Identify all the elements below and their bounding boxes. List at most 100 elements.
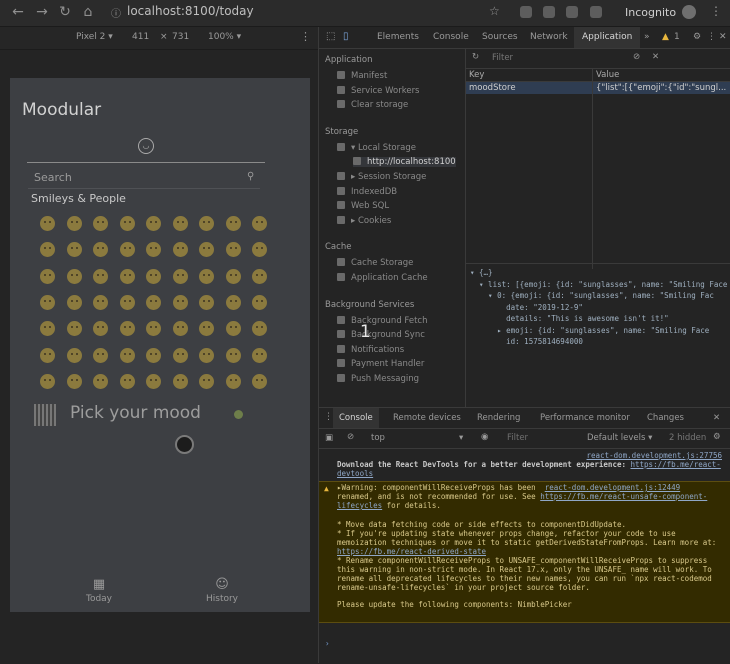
emoji-button[interactable] bbox=[225, 294, 241, 310]
chevron-down-icon[interactable]: ▾ bbox=[459, 433, 463, 443]
source-link[interactable]: react-dom.development.js:27756 bbox=[587, 451, 722, 460]
sidebar-item[interactable]: Manifest bbox=[337, 71, 387, 81]
emoji-button[interactable] bbox=[252, 294, 267, 310]
back-icon[interactable]: ← bbox=[10, 4, 26, 20]
tab-elements[interactable]: Elements bbox=[377, 32, 419, 42]
emoji-button[interactable] bbox=[225, 347, 241, 363]
refresh-icon[interactable]: ↻ bbox=[472, 52, 479, 62]
clear-all-icon[interactable]: ⊘ bbox=[633, 52, 640, 62]
emoji-button[interactable] bbox=[225, 216, 241, 231]
key-column-header[interactable]: Key bbox=[469, 70, 484, 80]
clear-console-icon[interactable]: ⊘ bbox=[347, 432, 354, 442]
preview-line[interactable]: ▾ {…} bbox=[470, 268, 493, 277]
emoji-button[interactable] bbox=[172, 347, 188, 363]
forward-icon[interactable]: → bbox=[34, 4, 50, 20]
sidebar-item[interactable]: http://localhost:8100 bbox=[353, 157, 456, 168]
emoji-button[interactable] bbox=[146, 216, 161, 231]
sidebar-item[interactable]: Service Workers bbox=[337, 85, 420, 96]
emoji-button[interactable] bbox=[252, 268, 267, 284]
emoji-button[interactable] bbox=[252, 347, 267, 363]
sidebar-item[interactable]: Background Fetch bbox=[337, 315, 427, 326]
emoji-button[interactable] bbox=[66, 216, 82, 231]
emoji-button[interactable] bbox=[93, 373, 108, 389]
emoji-button[interactable] bbox=[146, 242, 161, 258]
tab-sources[interactable]: Sources bbox=[482, 32, 518, 42]
emoji-button[interactable] bbox=[40, 347, 55, 363]
home-icon[interactable]: ⌂ bbox=[80, 4, 96, 20]
log-levels-select[interactable]: Default levels ▾ bbox=[587, 433, 652, 443]
mood-picker-toggle-icon[interactable]: ◡ bbox=[138, 138, 154, 154]
emoji-button[interactable] bbox=[146, 294, 161, 310]
extension-icon[interactable] bbox=[543, 6, 555, 18]
tab-network[interactable]: Network bbox=[530, 32, 568, 42]
more-tabs-icon[interactable]: » bbox=[644, 32, 650, 42]
emoji-button[interactable] bbox=[225, 268, 241, 284]
emoji-button[interactable] bbox=[225, 321, 241, 337]
emoji-button[interactable] bbox=[199, 321, 214, 337]
emoji-search-input[interactable]: Search bbox=[34, 171, 72, 184]
emoji-button[interactable] bbox=[93, 294, 108, 310]
filter-input[interactable]: Filter bbox=[492, 53, 513, 63]
close-icon[interactable]: ✕ bbox=[719, 32, 727, 42]
preview-line[interactable]: id: 1575814694000 bbox=[470, 337, 583, 346]
more-icon[interactable]: ⋮ bbox=[707, 32, 716, 42]
emoji-button[interactable] bbox=[119, 268, 135, 284]
console-filter-input[interactable]: Filter bbox=[507, 433, 528, 443]
emoji-button[interactable] bbox=[252, 216, 267, 231]
emoji-button[interactable] bbox=[93, 268, 108, 284]
reload-icon[interactable]: ↻ bbox=[57, 4, 73, 20]
sidebar-toggle-icon[interactable]: ▣ bbox=[325, 433, 333, 443]
emoji-button[interactable] bbox=[40, 216, 55, 231]
settings-icon[interactable]: ⚙ bbox=[693, 32, 701, 42]
preview-line[interactable]: ▾ list: [{emoji: {id: "sunglasses", name… bbox=[470, 280, 727, 289]
emoji-button[interactable] bbox=[199, 268, 214, 284]
emoji-button[interactable] bbox=[40, 294, 55, 310]
emoji-button[interactable] bbox=[146, 373, 161, 389]
drawer-tab-changes[interactable]: Changes bbox=[647, 413, 684, 423]
sidebar-item[interactable]: Web SQL bbox=[337, 201, 389, 211]
emoji-button[interactable] bbox=[252, 242, 267, 258]
emoji-button[interactable] bbox=[199, 242, 214, 258]
tab-application[interactable]: Application bbox=[574, 27, 641, 48]
sidebar-item[interactable]: Clear storage bbox=[337, 100, 408, 110]
emoji-button[interactable] bbox=[199, 347, 214, 363]
incognito-icon[interactable] bbox=[682, 5, 696, 19]
sidebar-item[interactable]: Application Cache bbox=[337, 273, 428, 283]
emoji-button[interactable] bbox=[252, 373, 267, 389]
emoji-button[interactable] bbox=[199, 373, 214, 389]
sidebar-item[interactable]: ▾ Local Storage bbox=[337, 142, 416, 153]
emoji-button[interactable] bbox=[66, 347, 82, 363]
emoji-button[interactable] bbox=[199, 294, 214, 310]
info-icon[interactable]: ⓘ bbox=[111, 5, 121, 20]
drawer-tab-console[interactable]: Console bbox=[333, 408, 379, 428]
device-select[interactable]: Pixel 2 ▾ bbox=[76, 32, 113, 42]
sidebar-item[interactable]: Push Messaging bbox=[337, 374, 419, 384]
value-column-header[interactable]: Value bbox=[596, 70, 619, 80]
emoji-button[interactable] bbox=[252, 321, 267, 337]
drawer-tab-rendering[interactable]: Rendering bbox=[477, 413, 520, 423]
tab-console[interactable]: Console bbox=[433, 32, 469, 42]
extension-icon[interactable] bbox=[590, 6, 602, 18]
emoji-button[interactable] bbox=[40, 242, 55, 258]
emoji-button[interactable] bbox=[119, 347, 135, 363]
close-icon[interactable]: ✕ bbox=[713, 413, 720, 423]
preview-line[interactable]: ▾ 0: {emoji: {id: "sunglasses", name: "S… bbox=[470, 291, 714, 300]
sidebar-item[interactable]: Notifications bbox=[337, 344, 404, 355]
delete-icon[interactable]: ✕ bbox=[652, 52, 659, 62]
sidebar-item[interactable]: IndexedDB bbox=[337, 186, 397, 197]
emoji-button[interactable] bbox=[199, 216, 214, 231]
emoji-button[interactable] bbox=[40, 321, 55, 337]
emoji-button[interactable] bbox=[172, 216, 188, 231]
emoji-button[interactable] bbox=[119, 294, 135, 310]
context-select[interactable]: top bbox=[371, 433, 385, 443]
drawer-tab-performance-monitor[interactable]: Performance monitor bbox=[540, 413, 630, 423]
table-row[interactable]: moodStore {"list":[{"emoji":{"id":"sungl… bbox=[466, 82, 730, 94]
emoji-button[interactable] bbox=[119, 373, 135, 389]
emoji-button[interactable] bbox=[66, 242, 82, 258]
emoji-button[interactable] bbox=[225, 373, 241, 389]
star-icon[interactable]: ☆ bbox=[489, 4, 500, 18]
emoji-button[interactable] bbox=[40, 268, 55, 284]
emoji-button[interactable] bbox=[172, 321, 188, 337]
emoji-button[interactable] bbox=[225, 242, 241, 258]
console-prompt-icon[interactable]: › bbox=[325, 639, 330, 648]
